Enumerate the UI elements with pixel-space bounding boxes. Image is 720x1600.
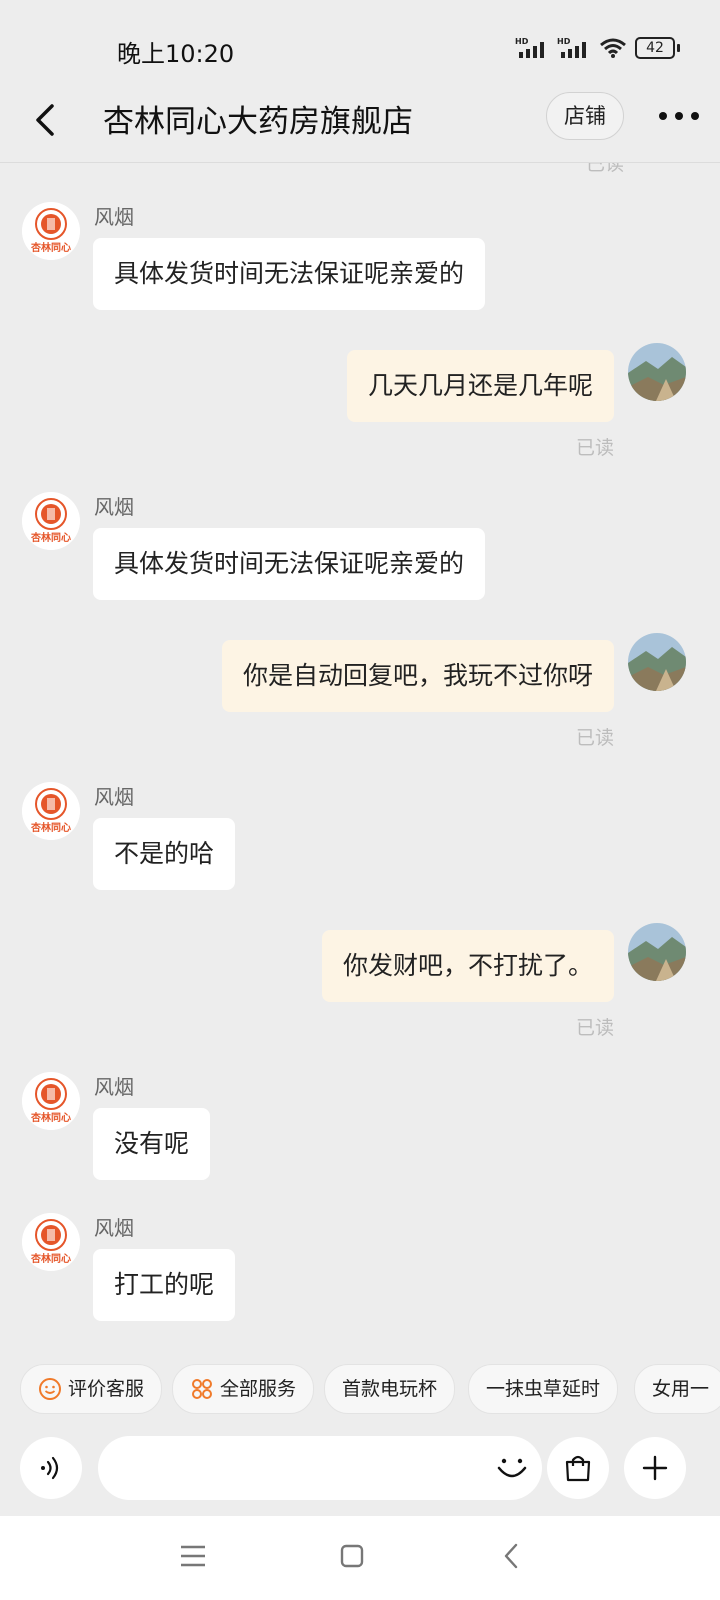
message-bubble[interactable]: 几天几月还是几年呢: [346, 350, 614, 422]
user-avatar[interactable]: [628, 633, 686, 691]
outgoing-message: 几天几月还是几年呢 已读: [0, 343, 720, 463]
quick-action-chip[interactable]: 女用一: [634, 1364, 720, 1414]
avatar-label: 杏林同心: [30, 821, 71, 834]
quick-action-all-services[interactable]: 全部服务: [172, 1364, 315, 1414]
shop-logo-icon: 杏林同心: [22, 782, 80, 840]
shop-avatar[interactable]: 杏林同心: [22, 1213, 80, 1271]
shop-logo-icon: 杏林同心: [22, 492, 80, 550]
message-bubble[interactable]: 具体发货时间无法保证呢亲爱的: [93, 238, 486, 310]
message-bubble[interactable]: 你是自动回复吧，我玩不过你呀: [221, 640, 614, 712]
battery-icon: 42: [635, 37, 680, 59]
message-bubble[interactable]: 打工的呢: [93, 1249, 236, 1321]
avatar-label: 杏林同心: [30, 1252, 71, 1265]
sender-name: 风烟: [94, 1075, 134, 1099]
message-input[interactable]: [98, 1436, 542, 1500]
back-icon[interactable]: [502, 1543, 520, 1569]
incoming-message: 杏林同心 风烟 打工的呢: [0, 1174, 720, 1324]
wifi-icon: [600, 38, 626, 58]
avatar-label: 杏林同心: [30, 1111, 71, 1124]
menu-icon[interactable]: [180, 1544, 206, 1568]
shop-avatar[interactable]: 杏林同心: [22, 202, 80, 260]
avatar-label: 杏林同心: [30, 241, 71, 254]
status-icons: HD HD 42: [515, 36, 680, 60]
avatar-label: 杏林同心: [30, 531, 71, 544]
incoming-message: 杏林同心 风烟 没有呢: [0, 1033, 720, 1183]
chip-label: 女用一: [652, 1378, 710, 1400]
emoji-icon[interactable]: [494, 1450, 530, 1486]
outgoing-message: 你发财吧，不打扰了。 已读: [0, 923, 720, 1043]
back-arrow-icon[interactable]: [28, 98, 68, 142]
chat-message-list[interactable]: 已读 杏林同心 风烟 具体发货时间无法保证呢亲爱的 几天几月还是几年呢 已读 杏…: [0, 163, 720, 1363]
plus-icon: [642, 1455, 668, 1481]
add-button[interactable]: [624, 1437, 686, 1499]
user-avatar[interactable]: [628, 343, 686, 401]
shop-logo-icon: 杏林同心: [22, 202, 80, 260]
mountain-photo-icon: [628, 633, 686, 691]
page-title: 杏林同心大药房旗舰店: [103, 104, 413, 140]
message-bubble[interactable]: 你发财吧，不打扰了。: [321, 930, 614, 1002]
message-bubble[interactable]: 不是的哈: [93, 818, 236, 890]
quick-action-bar[interactable]: 评价客服 全部服务 首款电玩杯 一抹虫草延时 女用一: [0, 1364, 720, 1432]
grid-icon: [192, 1379, 212, 1399]
signal-icon-2: HD: [557, 37, 586, 58]
sender-name: 风烟: [94, 1216, 134, 1240]
status-time: 晚上10:20: [117, 40, 235, 68]
shop-avatar[interactable]: 杏林同心: [22, 492, 80, 550]
mountain-photo-icon: [628, 343, 686, 401]
shopping-bag-icon: [565, 1455, 591, 1482]
shop-avatar[interactable]: 杏林同心: [22, 1072, 80, 1130]
shop-button[interactable]: 店铺: [546, 92, 624, 140]
hd-label: HD: [515, 37, 529, 46]
system-navigation-bar: [0, 1516, 720, 1600]
message-bubble[interactable]: 具体发货时间无法保证呢亲爱的: [93, 528, 486, 600]
chip-label: 评价客服: [68, 1378, 145, 1400]
smile-icon: [39, 1378, 61, 1400]
sender-name: 风烟: [94, 205, 134, 229]
incoming-message: 杏林同心 风烟 具体发货时间无法保证呢亲爱的: [0, 163, 720, 313]
user-avatar[interactable]: [628, 923, 686, 981]
more-icon[interactable]: [658, 110, 700, 122]
voice-button[interactable]: [20, 1437, 82, 1499]
shop-logo-icon: 杏林同心: [22, 1072, 80, 1130]
quick-action-chip[interactable]: 一抹虫草延时: [468, 1364, 619, 1414]
quick-action-rate-service[interactable]: 评价客服: [20, 1364, 163, 1414]
chip-label: 一抹虫草延时: [486, 1378, 601, 1400]
shop-avatar[interactable]: 杏林同心: [22, 782, 80, 840]
mountain-photo-icon: [628, 923, 686, 981]
battery-level: 42: [635, 37, 675, 59]
chat-header: 杏林同心大药房旗舰店 店铺: [0, 80, 720, 163]
shop-products-button[interactable]: [547, 1437, 609, 1499]
message-bubble[interactable]: 没有呢: [93, 1108, 211, 1180]
status-bar: 晚上10:20 HD HD 42: [0, 0, 720, 92]
incoming-message: 杏林同心 风烟 具体发货时间无法保证呢亲爱的: [0, 453, 720, 603]
incoming-message: 杏林同心 风烟 不是的哈: [0, 743, 720, 893]
outgoing-message: 你是自动回复吧，我玩不过你呀 已读: [0, 633, 720, 753]
sender-name: 风烟: [94, 495, 134, 519]
signal-icon: HD: [515, 37, 544, 58]
hd-label-2: HD: [557, 37, 571, 46]
message-input-bar: [0, 1436, 720, 1506]
chip-label: 首款电玩杯: [342, 1378, 438, 1400]
sender-name: 风烟: [94, 785, 134, 809]
chip-label: 全部服务: [220, 1378, 297, 1400]
quick-action-chip[interactable]: 首款电玩杯: [324, 1364, 456, 1414]
voice-icon: [41, 1456, 59, 1480]
shop-logo-icon: 杏林同心: [22, 1213, 80, 1271]
home-icon[interactable]: [340, 1544, 364, 1568]
